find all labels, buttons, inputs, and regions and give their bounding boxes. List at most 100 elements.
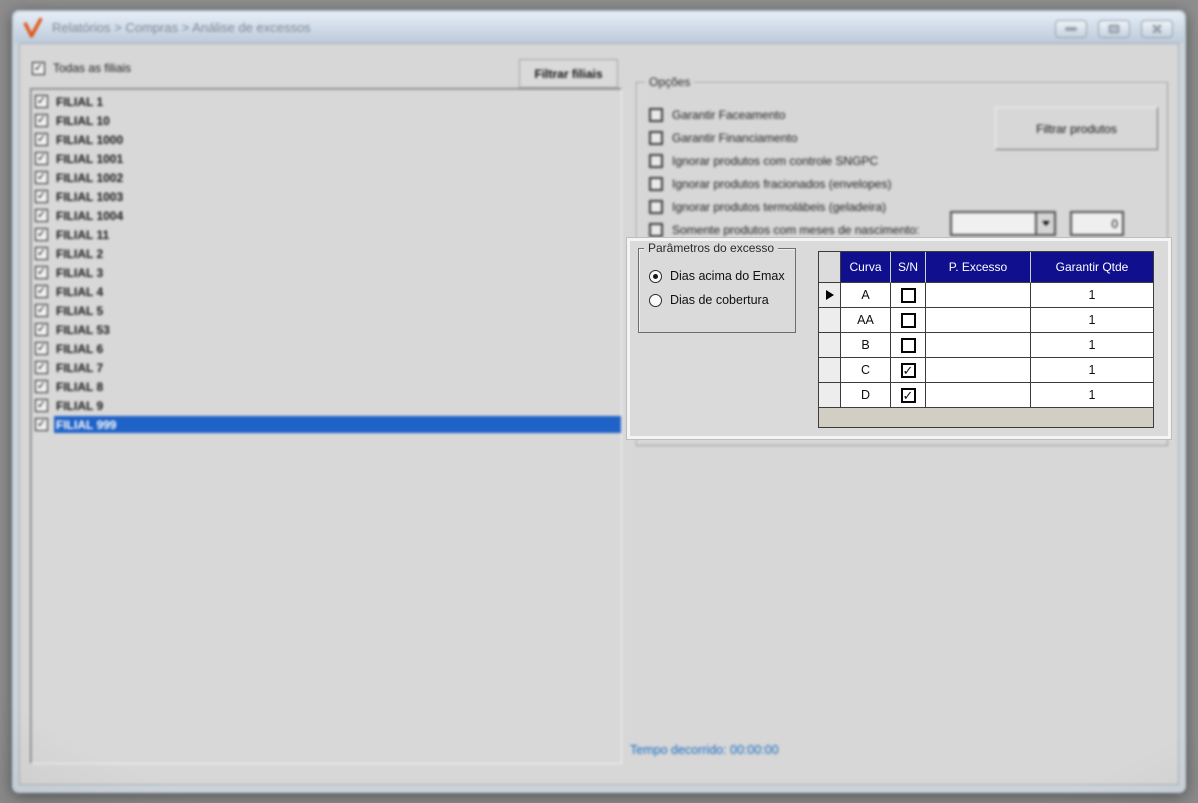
branch-list-item[interactable]: ✓ FILIAL 1004	[31, 206, 621, 225]
option-checkbox[interactable]: ✓	[649, 223, 663, 237]
branch-row-highlight[interactable]: FILIAL 1002	[54, 169, 621, 186]
branch-row-highlight[interactable]: FILIAL 5	[54, 302, 621, 319]
option-checkbox[interactable]: ✓	[649, 131, 663, 145]
option-row[interactable]: ✓ Ignorar produtos termolábeis (geladeir…	[649, 200, 919, 214]
branch-checkbox[interactable]: ✓	[35, 285, 48, 298]
curve-table-row[interactable]: D ✓ 1	[819, 383, 1153, 408]
branch-list-item[interactable]: ✓ FILIAL 10	[31, 111, 621, 130]
option-checkbox[interactable]: ✓	[649, 108, 663, 122]
sn-cell[interactable]: ✓	[891, 308, 926, 333]
sn-cell[interactable]: ✓	[891, 333, 926, 358]
curve-table-row[interactable]: C ✓ 1	[819, 358, 1153, 383]
branch-row-highlight[interactable]: FILIAL 1001	[54, 150, 621, 167]
sn-checkbox[interactable]: ✓	[900, 387, 916, 403]
row-indicator-cell[interactable]	[819, 333, 841, 358]
radio-button[interactable]	[649, 269, 662, 283]
branch-list-item[interactable]: ✓ FILIAL 3	[31, 263, 621, 282]
p-excesso-cell[interactable]	[926, 383, 1031, 408]
months-count-field[interactable]	[1070, 211, 1124, 236]
garantir-qtde-cell[interactable]: 1	[1031, 383, 1153, 408]
row-indicator-cell[interactable]	[819, 283, 841, 308]
branches-list[interactable]: ✓ FILIAL 1 ✓ FILIAL 10 ✓ FILIAL 1000 ✓ F…	[30, 88, 622, 764]
option-row[interactable]: ✓ Garantir Faceamento	[649, 108, 919, 122]
branch-row-highlight[interactable]: FILIAL 10	[54, 112, 621, 129]
row-indicator-cell[interactable]	[819, 358, 841, 383]
sn-checkbox[interactable]: ✓	[900, 337, 916, 353]
branch-list-item[interactable]: ✓ FILIAL 1	[31, 92, 621, 111]
dropdown-button[interactable]	[1035, 213, 1054, 234]
option-row[interactable]: ✓ Ignorar produtos com controle SNGPC	[649, 154, 919, 168]
close-button[interactable]	[1141, 20, 1173, 38]
branch-list-item[interactable]: ✓ FILIAL 6	[31, 339, 621, 358]
option-row[interactable]: ✓ Ignorar produtos fracionados (envelope…	[649, 177, 919, 191]
branch-checkbox[interactable]: ✓	[35, 209, 48, 222]
branch-row-highlight[interactable]: FILIAL 53	[54, 321, 621, 338]
branch-list-item[interactable]: ✓ FILIAL 4	[31, 282, 621, 301]
branch-checkbox[interactable]: ✓	[35, 361, 48, 374]
branch-checkbox[interactable]: ✓	[35, 228, 48, 241]
option-row[interactable]: ✓ Garantir Financiamento	[649, 131, 919, 145]
branch-row-highlight[interactable]: FILIAL 2	[54, 245, 621, 262]
sn-cell[interactable]: ✓	[891, 383, 926, 408]
branch-row-highlight[interactable]: FILIAL 1	[54, 93, 621, 110]
select-all-checkbox[interactable]: ✓	[32, 61, 45, 75]
sn-cell[interactable]: ✓	[891, 283, 926, 308]
branch-row-highlight[interactable]: FILIAL 3	[54, 264, 621, 281]
p-excesso-cell[interactable]	[926, 358, 1031, 383]
branch-list-item[interactable]: ✓ FILIAL 999	[31, 415, 621, 434]
minimize-button[interactable]	[1055, 20, 1087, 38]
branch-checkbox[interactable]: ✓	[35, 247, 48, 260]
curve-table-row[interactable]: B ✓ 1	[819, 333, 1153, 358]
option-checkbox[interactable]: ✓	[649, 154, 663, 168]
option-checkbox[interactable]: ✓	[649, 177, 663, 191]
p-excesso-cell[interactable]	[926, 308, 1031, 333]
radio-dias-acima-emax[interactable]: Dias acima do Emax	[649, 269, 785, 283]
curve-table-row[interactable]: A ✓ 1	[819, 283, 1153, 308]
branch-list-item[interactable]: ✓ FILIAL 2	[31, 244, 621, 263]
branch-list-item[interactable]: ✓ FILIAL 53	[31, 320, 621, 339]
branch-row-highlight[interactable]: FILIAL 1004	[54, 207, 621, 224]
select-all-branches-row[interactable]: ✓ Todas as filiais	[32, 61, 131, 75]
branch-row-highlight[interactable]: FILIAL 6	[54, 340, 621, 357]
row-indicator-cell[interactable]	[819, 383, 841, 408]
radio-dias-de-cobertura[interactable]: Dias de cobertura	[649, 293, 769, 307]
branch-checkbox[interactable]: ✓	[35, 323, 48, 336]
garantir-qtde-cell[interactable]: 1	[1031, 308, 1153, 333]
branch-list-item[interactable]: ✓ FILIAL 8	[31, 377, 621, 396]
branch-checkbox[interactable]: ✓	[35, 418, 48, 431]
option-checkbox[interactable]: ✓	[649, 200, 663, 214]
branch-row-highlight[interactable]: FILIAL 7	[54, 359, 621, 376]
row-indicator-cell[interactable]	[819, 308, 841, 333]
branch-row-highlight[interactable]: FILIAL 999	[54, 416, 621, 433]
garantir-qtde-cell[interactable]: 1	[1031, 358, 1153, 383]
branch-list-item[interactable]: ✓ FILIAL 11	[31, 225, 621, 244]
branch-checkbox[interactable]: ✓	[35, 95, 48, 108]
filter-products-button[interactable]: Filtrar produtos	[995, 107, 1158, 150]
sn-checkbox[interactable]: ✓	[900, 287, 916, 303]
p-excesso-cell[interactable]	[926, 283, 1031, 308]
filter-branches-button[interactable]: Filtrar filiais	[519, 59, 618, 88]
branch-row-highlight[interactable]: FILIAL 8	[54, 378, 621, 395]
radio-button[interactable]	[649, 293, 662, 307]
branch-list-item[interactable]: ✓ FILIAL 1003	[31, 187, 621, 206]
branch-row-highlight[interactable]: FILIAL 9	[54, 397, 621, 414]
branch-checkbox[interactable]: ✓	[35, 342, 48, 355]
curve-table-row[interactable]: AA ✓ 1	[819, 308, 1153, 333]
branch-checkbox[interactable]: ✓	[35, 133, 48, 146]
p-excesso-cell[interactable]	[926, 333, 1031, 358]
branch-row-highlight[interactable]: FILIAL 1003	[54, 188, 621, 205]
option-row[interactable]: ✓ Somente produtos com meses de nascimen…	[649, 223, 919, 237]
branch-list-item[interactable]: ✓ FILIAL 9	[31, 396, 621, 415]
branch-list-item[interactable]: ✓ FILIAL 1000	[31, 130, 621, 149]
sn-checkbox[interactable]: ✓	[900, 362, 916, 378]
branch-checkbox[interactable]: ✓	[35, 399, 48, 412]
branch-row-highlight[interactable]: FILIAL 11	[54, 226, 621, 243]
branch-checkbox[interactable]: ✓	[35, 114, 48, 127]
branch-list-item[interactable]: ✓ FILIAL 7	[31, 358, 621, 377]
maximize-button[interactable]	[1098, 20, 1130, 38]
branch-checkbox[interactable]: ✓	[35, 266, 48, 279]
sn-cell[interactable]: ✓	[891, 358, 926, 383]
sn-checkbox[interactable]: ✓	[900, 312, 916, 328]
branch-row-highlight[interactable]: FILIAL 1000	[54, 131, 621, 148]
branch-list-item[interactable]: ✓ FILIAL 1001	[31, 149, 621, 168]
